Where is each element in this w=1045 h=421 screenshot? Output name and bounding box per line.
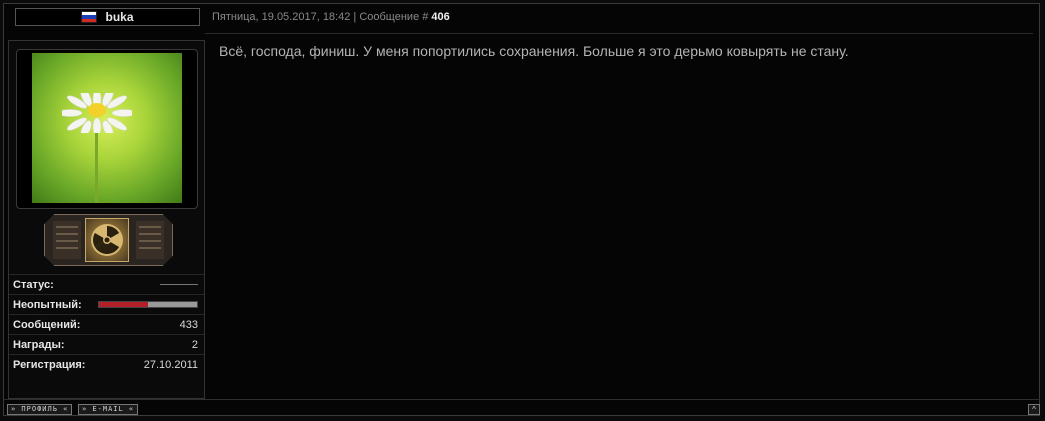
radiation-symbol-icon	[85, 218, 129, 262]
stat-row-posts: Сообщений: 433	[9, 314, 204, 334]
daisy-stem	[95, 123, 98, 203]
stat-row-rank: Неопытный:	[9, 294, 204, 314]
daisy-center	[88, 103, 106, 117]
message-label: Сообщение #	[359, 11, 432, 23]
rank-progress-bar	[98, 301, 198, 308]
user-stats: Статус: Неопытный: Сообщений: 433 Наград…	[9, 274, 204, 374]
message-number[interactable]: 406	[431, 11, 449, 23]
email-button[interactable]: » E-MAIL «	[78, 404, 139, 415]
rank-progress-fill	[99, 302, 148, 307]
avatar-frame	[16, 49, 198, 209]
status-value-line	[160, 284, 198, 285]
avatar	[32, 53, 182, 203]
stat-value-registration: 27.10.2011	[143, 358, 198, 371]
stat-label-rank: Неопытный:	[13, 298, 82, 311]
radiation-badge-icon	[44, 214, 173, 266]
stat-value-awards[interactable]: 2	[192, 339, 198, 351]
profile-button[interactable]: » ПРОФИЛЬ «	[7, 404, 73, 415]
stat-row-awards: Награды: 2	[9, 334, 204, 354]
header-divider	[205, 33, 1033, 34]
post-date: Пятница, 19.05.2017, 18:42	[212, 11, 351, 23]
message-body: Всё, господа, финиш. У меня попортились …	[219, 43, 849, 59]
stat-row-registration: Регистрация: 27.10.2011	[9, 354, 204, 374]
stat-label-status: Статус:	[13, 278, 54, 291]
user-sidebar: Статус: Неопытный: Сообщений: 433 Наград…	[8, 40, 205, 399]
stat-label-posts: Сообщений:	[13, 318, 81, 331]
post-meta: Пятница, 19.05.2017, 18:42 | Сообщение #…	[212, 11, 450, 23]
meta-separator: |	[350, 11, 360, 23]
footer-divider	[3, 399, 1040, 400]
scroll-up-icon[interactable]: ^	[1028, 404, 1040, 415]
username-box[interactable]: buka	[15, 8, 200, 26]
stat-row-status: Статус:	[9, 274, 204, 294]
stat-label-awards: Награды:	[13, 338, 65, 351]
badge-panel-left	[53, 221, 81, 259]
stat-label-registration: Регистрация:	[13, 358, 86, 371]
badge-panel-right	[136, 221, 164, 259]
username[interactable]: buka	[105, 10, 133, 24]
stat-value-posts: 433	[179, 318, 198, 331]
russia-flag-icon	[81, 11, 98, 23]
